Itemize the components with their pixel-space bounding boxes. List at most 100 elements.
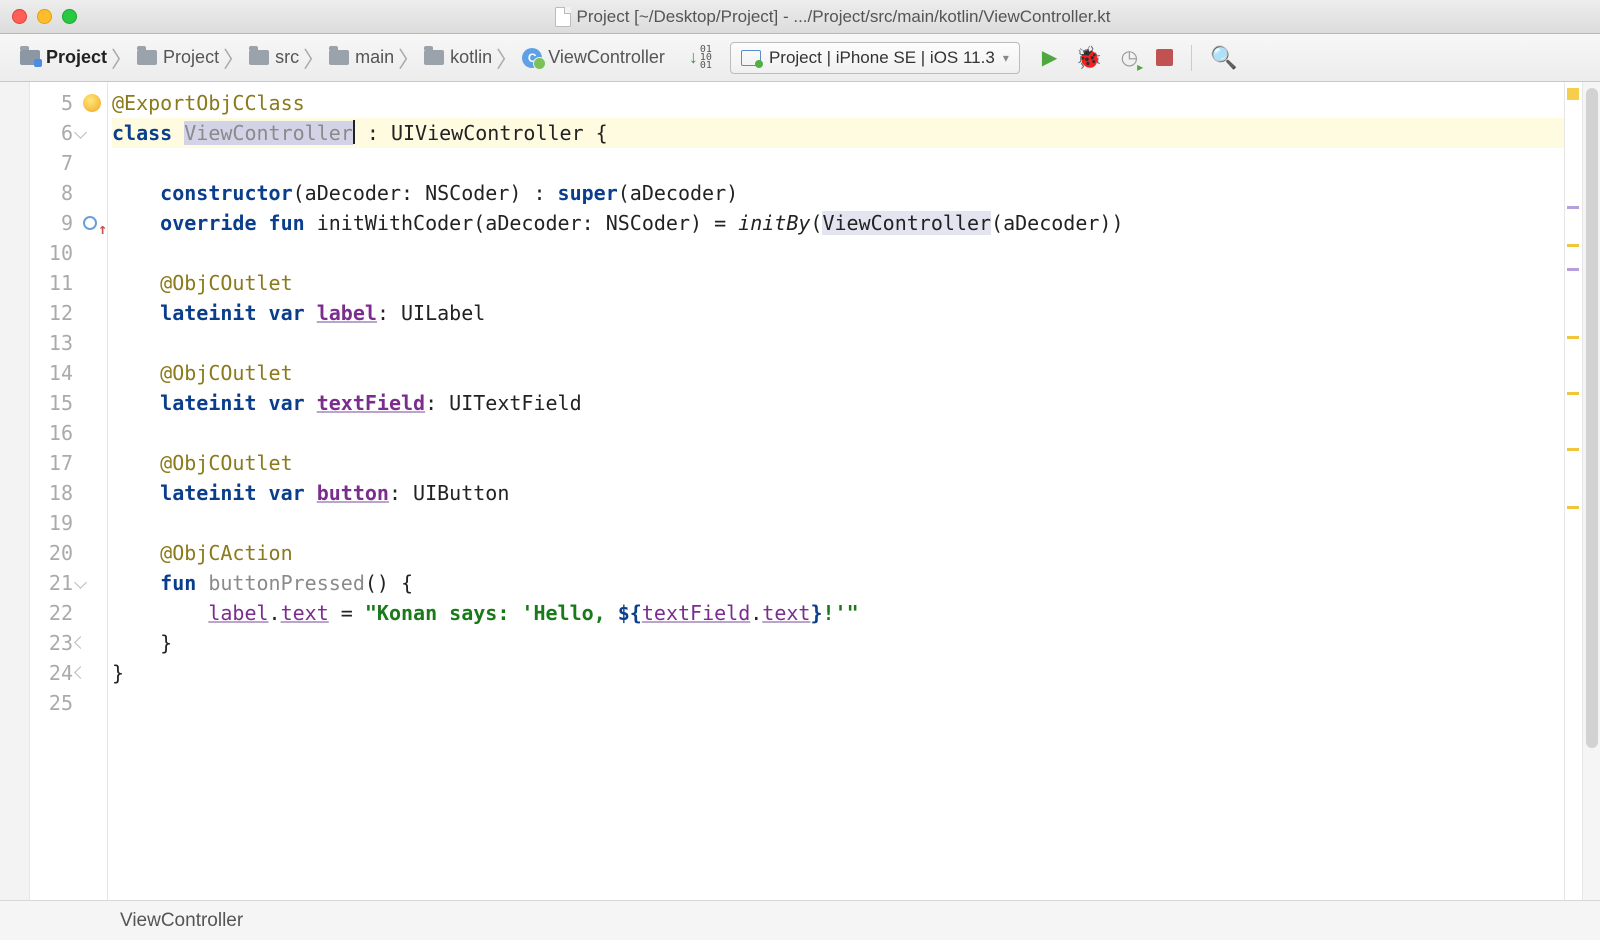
- warning-mark[interactable]: [1567, 336, 1579, 339]
- line-number[interactable]: 9: [30, 208, 107, 238]
- code-line-20[interactable]: @ObjCAction: [112, 538, 1564, 568]
- run-configuration-dropdown[interactable]: Project | iPhone SE | iOS 11.3 ▾: [730, 42, 1020, 74]
- traffic-lights: [12, 9, 77, 24]
- folder-icon: [249, 50, 269, 65]
- window-title: Project [~/Desktop/Project] - .../Projec…: [77, 7, 1588, 27]
- crumb-kotlin[interactable]: kotlin: [418, 45, 498, 70]
- line-number[interactable]: 7: [30, 148, 107, 178]
- line-number[interactable]: 17: [30, 448, 107, 478]
- code-area[interactable]: @ExportObjCClass class ViewController : …: [108, 82, 1564, 900]
- code-line-14[interactable]: @ObjCOutlet: [112, 358, 1564, 388]
- code-line-24[interactable]: }: [112, 658, 1564, 688]
- crumb-main[interactable]: main: [323, 45, 400, 70]
- line-number[interactable]: 10: [30, 238, 107, 268]
- line-number[interactable]: 24: [30, 658, 107, 688]
- navigation-bar: Project 〉 Project 〉 src 〉 main 〉 kotlin …: [0, 34, 1600, 82]
- code-line-18[interactable]: lateinit var button: UIButton: [112, 478, 1564, 508]
- line-number[interactable]: 8: [30, 178, 107, 208]
- code-line-15[interactable]: lateinit var textField: UITextField: [112, 388, 1564, 418]
- crumb-separator: 〉: [303, 42, 325, 74]
- line-number[interactable]: 22: [30, 598, 107, 628]
- code-line-8[interactable]: constructor(aDecoder: NSCoder) : super(a…: [112, 178, 1564, 208]
- fold-toggle-icon[interactable]: [74, 126, 87, 139]
- window-title-text: Project [~/Desktop/Project] - .../Projec…: [577, 7, 1111, 27]
- kotlin-class-icon: [522, 48, 542, 68]
- line-number[interactable]: 14: [30, 358, 107, 388]
- warning-mark[interactable]: [1567, 244, 1579, 247]
- debug-button[interactable]: 🐞: [1075, 45, 1102, 71]
- crumb-src[interactable]: src: [243, 45, 305, 70]
- crumb-separator: 〉: [111, 42, 133, 74]
- file-icon: [555, 7, 571, 27]
- line-number-gutter[interactable]: 5678910111213141516171819202122232425: [30, 82, 108, 900]
- minimize-window-button[interactable]: [37, 9, 52, 24]
- sort-members-button[interactable]: ↓ 011001: [689, 46, 712, 70]
- warning-mark[interactable]: [1567, 506, 1579, 509]
- fold-toggle-icon[interactable]: [74, 636, 87, 649]
- crumb-file[interactable]: ViewController: [516, 45, 671, 70]
- warning-mark[interactable]: [1567, 206, 1579, 209]
- crumb-project-root[interactable]: Project: [14, 45, 113, 70]
- folder-icon: [329, 50, 349, 65]
- line-number[interactable]: 13: [30, 328, 107, 358]
- code-line-13[interactable]: [112, 328, 1564, 358]
- crumb-label: Project: [46, 47, 107, 68]
- warning-mark[interactable]: [1567, 392, 1579, 395]
- run-button[interactable]: ▶: [1042, 45, 1057, 70]
- inspection-indicator[interactable]: [1567, 88, 1579, 100]
- code-line-9[interactable]: override fun initWithCoder(aDecoder: NSC…: [112, 208, 1564, 238]
- line-number[interactable]: 20: [30, 538, 107, 568]
- code-line-7[interactable]: [112, 148, 1564, 178]
- code-line-11[interactable]: @ObjCOutlet: [112, 268, 1564, 298]
- code-line-12[interactable]: lateinit var label: UILabel: [112, 298, 1564, 328]
- line-number[interactable]: 16: [30, 418, 107, 448]
- code-line-21[interactable]: fun buttonPressed() {: [112, 568, 1564, 598]
- stop-button[interactable]: [1156, 49, 1173, 66]
- line-number[interactable]: 18: [30, 478, 107, 508]
- intention-bulb-icon[interactable]: [83, 94, 101, 112]
- left-tool-strip[interactable]: [0, 82, 30, 900]
- code-line-16[interactable]: [112, 418, 1564, 448]
- run-config-label: Project | iPhone SE | iOS 11.3: [769, 48, 995, 68]
- code-line-19[interactable]: [112, 508, 1564, 538]
- footer-crumb[interactable]: ViewController: [120, 910, 243, 932]
- run-with-coverage-button[interactable]: ◷▸: [1121, 45, 1138, 70]
- line-number[interactable]: 6: [30, 118, 107, 148]
- folder-icon: [424, 50, 444, 65]
- crumb-label: Project: [163, 47, 219, 68]
- vertical-scrollbar[interactable]: [1582, 82, 1600, 900]
- title-bar[interactable]: Project [~/Desktop/Project] - .../Projec…: [0, 0, 1600, 34]
- scrollbar-thumb[interactable]: [1586, 88, 1598, 748]
- crumb-separator: 〉: [496, 42, 518, 74]
- crumb-separator: 〉: [223, 42, 245, 74]
- error-stripe[interactable]: [1564, 82, 1582, 900]
- search-everywhere-button[interactable]: 🔍: [1210, 45, 1237, 71]
- line-number[interactable]: 5: [30, 88, 107, 118]
- warning-mark[interactable]: [1567, 268, 1579, 271]
- line-number[interactable]: 23: [30, 628, 107, 658]
- toolbar-actions: ▶ 🐞 ◷▸ 🔍: [1042, 45, 1238, 71]
- crumb-label: main: [355, 47, 394, 68]
- code-line-10[interactable]: [112, 238, 1564, 268]
- code-line-25[interactable]: [112, 688, 1564, 718]
- code-line-6[interactable]: class ViewController : UIViewController …: [112, 118, 1564, 148]
- close-window-button[interactable]: [12, 9, 27, 24]
- warning-mark[interactable]: [1567, 448, 1579, 451]
- line-number[interactable]: 19: [30, 508, 107, 538]
- fold-toggle-icon[interactable]: [74, 576, 87, 589]
- fold-toggle-icon[interactable]: [74, 666, 87, 679]
- arrow-down-icon: ↓: [689, 47, 698, 68]
- code-line-5[interactable]: @ExportObjCClass: [112, 88, 1564, 118]
- line-number[interactable]: 11: [30, 268, 107, 298]
- code-line-22[interactable]: label.text = "Konan says: 'Hello, ${text…: [112, 598, 1564, 628]
- override-marker-icon[interactable]: [83, 216, 97, 230]
- code-line-23[interactable]: }: [112, 628, 1564, 658]
- line-number[interactable]: 15: [30, 388, 107, 418]
- crumb-project[interactable]: Project: [131, 45, 225, 70]
- code-line-17[interactable]: @ObjCOutlet: [112, 448, 1564, 478]
- line-number[interactable]: 12: [30, 298, 107, 328]
- maximize-window-button[interactable]: [62, 9, 77, 24]
- line-number[interactable]: 25: [30, 688, 107, 718]
- breadcrumbs: Project 〉 Project 〉 src 〉 main 〉 kotlin …: [14, 42, 671, 74]
- line-number[interactable]: 21: [30, 568, 107, 598]
